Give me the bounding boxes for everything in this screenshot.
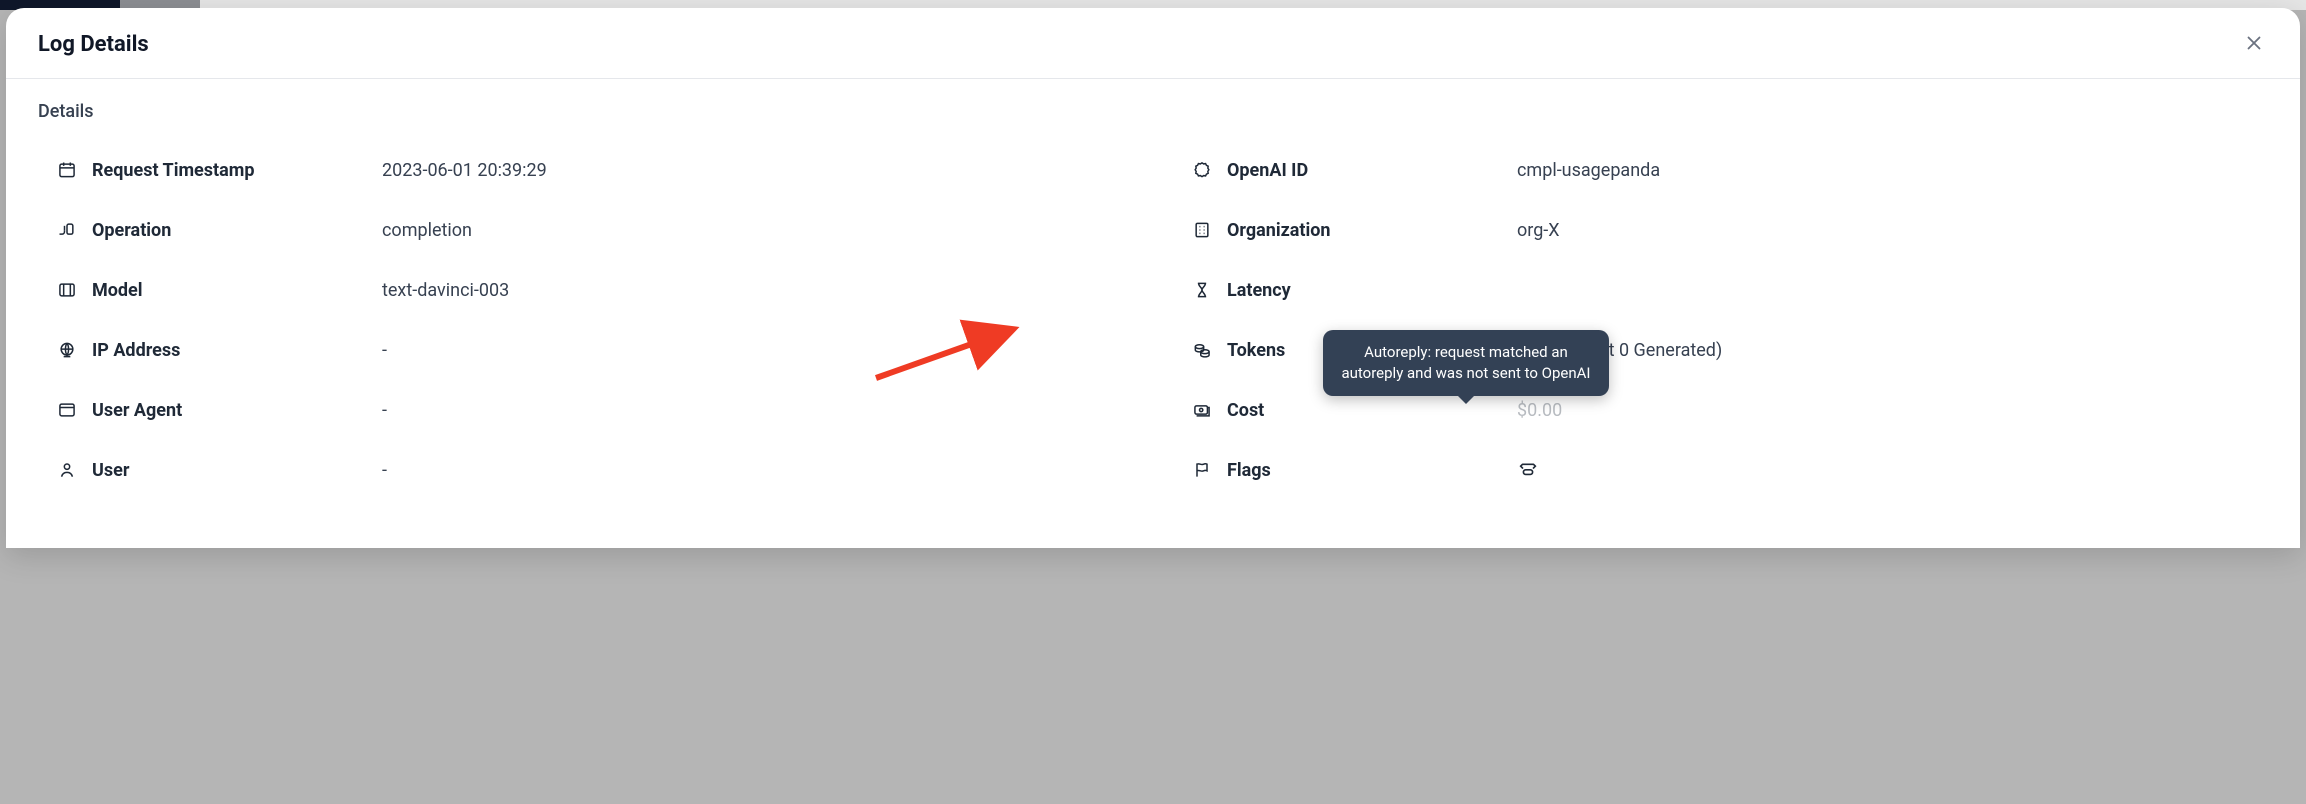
row-latency: Latency [1173, 260, 2268, 320]
latency-label: Latency [1227, 280, 1517, 301]
ip-address-label: IP Address [92, 340, 382, 361]
row-openai-id: OpenAI ID cmpl-usagepanda [1173, 140, 2268, 200]
hourglass-icon [1191, 279, 1213, 301]
operation-label: Operation [92, 220, 382, 241]
request-timestamp-label: Request Timestamp [92, 160, 382, 181]
browser-icon [56, 399, 78, 421]
row-user-agent: User Agent - [38, 380, 1133, 440]
operation-value: completion [382, 220, 472, 241]
user-icon [56, 459, 78, 481]
row-ip-address: IP Address - [38, 320, 1133, 380]
globe-icon [56, 339, 78, 361]
ip-address-value: - [382, 340, 387, 361]
row-operation: Operation completion [38, 200, 1133, 260]
operation-icon [56, 219, 78, 241]
openai-id-value: cmpl-usagepanda [1517, 160, 1660, 181]
flags-label: Flags [1227, 460, 1517, 481]
section-title: Details [38, 101, 2268, 122]
user-value: - [382, 460, 387, 481]
building-icon [1191, 219, 1213, 241]
row-request-timestamp: Request Timestamp 2023-06-01 20:39:29 [38, 140, 1133, 200]
cost-value: $0.00 [1517, 400, 1562, 421]
request-timestamp-value: 2023-06-01 20:39:29 [382, 160, 547, 181]
panel-header: Log Details [6, 8, 2300, 79]
openai-id-label: OpenAI ID [1227, 160, 1517, 181]
autoreply-flag-icon[interactable] [1517, 457, 1539, 479]
user-agent-value: - [382, 400, 387, 421]
details-section: Details Request Timestamp 2023-06-01 20:… [6, 79, 2300, 510]
badge-icon [1191, 159, 1213, 181]
log-details-panel: Log Details Details Request Timestamp 20… [6, 8, 2300, 548]
model-value: text-davinci-003 [382, 280, 509, 301]
model-icon [56, 279, 78, 301]
autoreply-tooltip: Autoreply: request matched an autoreply … [1323, 330, 1609, 396]
row-model: Model text-davinci-003 [38, 260, 1133, 320]
details-right-column: OpenAI ID cmpl-usagepanda Organization o… [1173, 140, 2268, 500]
user-agent-label: User Agent [92, 400, 382, 421]
close-button[interactable] [2240, 30, 2268, 58]
organization-value: org-X [1517, 220, 1560, 241]
flag-icon [1191, 459, 1213, 481]
user-label: User [92, 460, 382, 481]
cash-icon [1191, 399, 1213, 421]
details-left-column: Request Timestamp 2023-06-01 20:39:29 Op… [38, 140, 1133, 500]
tooltip-text: Autoreply: request matched an autoreply … [1341, 343, 1590, 382]
organization-label: Organization [1227, 220, 1517, 241]
close-icon [2243, 32, 2265, 57]
row-organization: Organization org-X [1173, 200, 2268, 260]
panel-title: Log Details [38, 32, 149, 57]
row-flags: Flags [1173, 440, 2268, 500]
calendar-icon [56, 159, 78, 181]
flags-value [1517, 457, 1539, 484]
coins-icon [1191, 339, 1213, 361]
row-user: User - [38, 440, 1133, 500]
model-label: Model [92, 280, 382, 301]
